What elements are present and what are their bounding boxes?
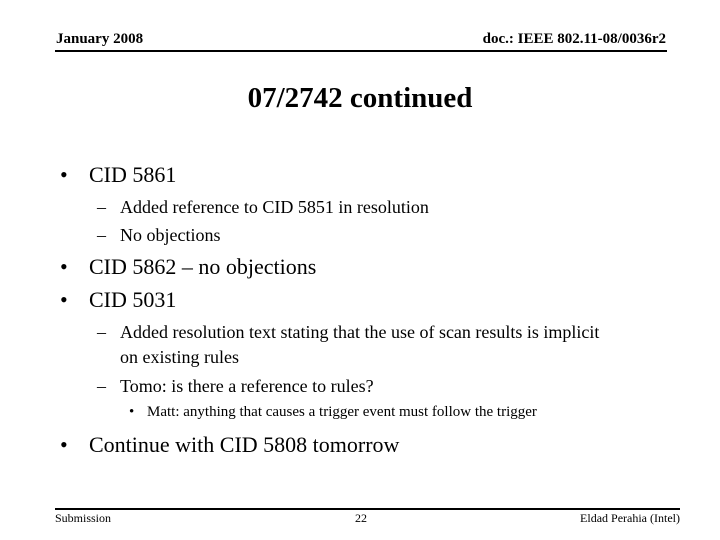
footer-author: Eldad Perahia (Intel) [580, 511, 680, 525]
sub-bullet-text: Tomo: is there a reference to rules? [120, 376, 374, 396]
sub-bullet-text: Added reference to CID 5851 in resolutio… [120, 197, 429, 217]
bullet-marker: • [60, 254, 68, 279]
dash-marker: – [97, 322, 106, 342]
bullet-marker: • [60, 287, 68, 312]
slide-header: January 2008 doc.: IEEE 802.11-08/0036r2 [55, 30, 667, 52]
sub-bullet-text-line1: Added resolution text stating that the u… [120, 322, 600, 342]
footer-submission: Submission [55, 511, 112, 525]
dash-marker: – [97, 197, 106, 217]
sub-bullet-text-line2: on existing rules [120, 347, 239, 367]
bullet-marker: • [60, 162, 68, 187]
bullet-text: Continue with CID 5808 tomorrow [89, 432, 400, 457]
dash-marker: – [97, 376, 106, 396]
header-doc-id: doc.: IEEE 802.11-08/0036r2 [482, 31, 666, 47]
page-number: 22 [355, 511, 367, 525]
dash-marker: – [97, 225, 106, 245]
bullet-marker-small: • [129, 404, 135, 420]
sub-sub-bullet-text: Matt: anything that causes a trigger eve… [147, 404, 537, 420]
slide-footer: Submission 22 Eldad Perahia (Intel) [55, 508, 680, 532]
bullet-text: CID 5862 – no objections [89, 254, 317, 279]
slide-title: 07/2742 continued [247, 82, 473, 114]
header-date: January 2008 [56, 31, 144, 47]
bullet-text: CID 5861 [89, 162, 177, 187]
sub-bullet-text: No objections [120, 225, 221, 245]
bullet-marker: • [60, 432, 68, 457]
bullet-text: CID 5031 [89, 287, 177, 312]
